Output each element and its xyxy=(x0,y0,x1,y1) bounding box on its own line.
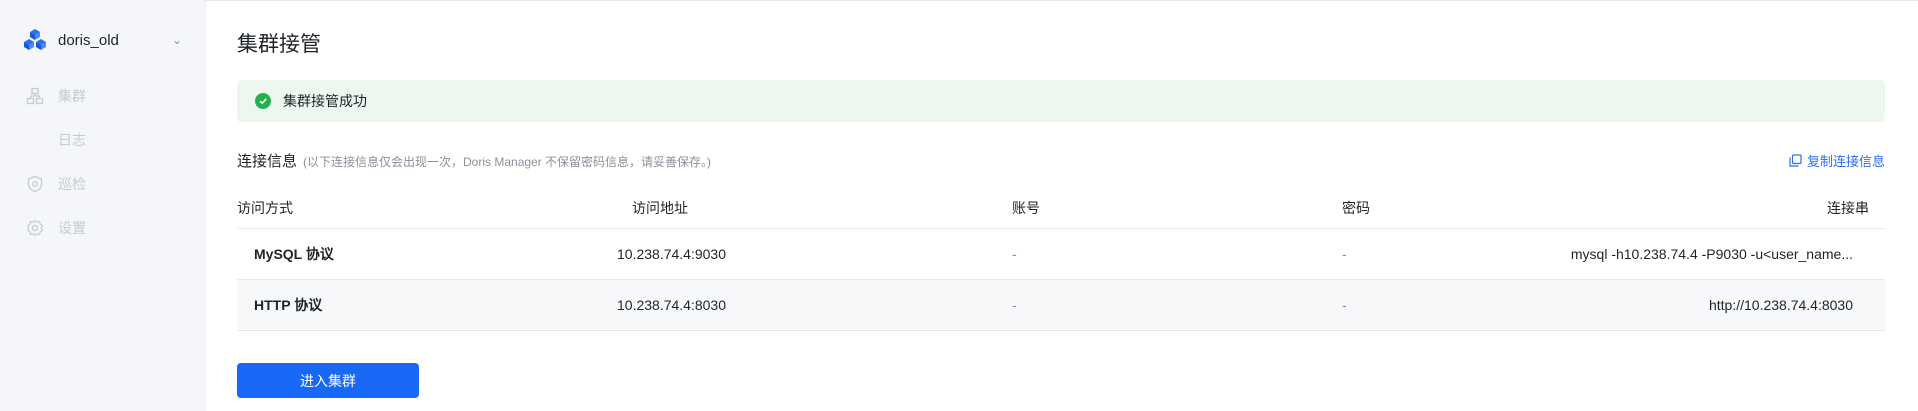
access-address-cell[interactable]: 10.238.74.4:8030 xyxy=(617,280,726,330)
connection-string-cell[interactable]: http://10.238.74.4:8030 xyxy=(1709,280,1853,330)
access-address-cell[interactable]: 10.238.74.4:9030 xyxy=(617,229,726,279)
column-header-address: 访问地址 xyxy=(632,200,688,216)
connection-info-note: (以下连接信息仅会出现一次，Doris Manager 不保留密码信息，请妥善保… xyxy=(303,155,712,169)
account-cell: - xyxy=(1012,297,1017,313)
copy-connection-info-link[interactable]: 复制连接信息 xyxy=(1789,151,1885,170)
connection-info-heading: 连接信息 (以下连接信息仅会出现一次，Doris Manager 不保留密码信息，… xyxy=(237,150,711,171)
password-cell: - xyxy=(1342,246,1347,262)
cluster-name: doris_old xyxy=(58,31,119,49)
access-method-cell: HTTP 协议 xyxy=(254,297,323,313)
table-row: MySQL 协议 10.238.74.4:9030 - - mysql -h10… xyxy=(237,229,1885,280)
password-cell: - xyxy=(1342,297,1347,313)
access-method-cell: MySQL 协议 xyxy=(254,246,334,262)
sidebar-item-label: 设置 xyxy=(58,220,86,236)
sidebar-item-cluster[interactable]: 集群 xyxy=(26,85,86,107)
sidebar-item-label: 集群 xyxy=(58,88,86,104)
top-divider xyxy=(205,0,1918,5)
table-header: 访问方式 访问地址 账号 密码 连接串 xyxy=(237,188,1885,229)
enter-cluster-button[interactable]: 进入集群 xyxy=(237,363,419,398)
page-title: 集群接管 xyxy=(237,33,321,56)
chevron-down-icon: ⌄ xyxy=(171,33,182,47)
sidebar-item-logs[interactable]: 日志 xyxy=(58,129,86,151)
column-header-method: 访问方式 xyxy=(237,200,293,216)
sidebar-item-settings[interactable]: 设置 xyxy=(26,217,86,239)
column-header-password: 密码 xyxy=(1342,200,1370,216)
connection-table: 访问方式 访问地址 账号 密码 连接串 MySQL 协议 10.238.74.4… xyxy=(237,188,1885,331)
sidebar: doris_old ⌄ 集群 日志 巡检 设置 xyxy=(0,0,206,411)
sidebar-item-label: 日志 xyxy=(58,132,86,148)
cubes-logo-icon xyxy=(24,29,46,50)
connection-string-cell[interactable]: mysql -h10.238.74.4 -P9030 -u<user_name.… xyxy=(1571,229,1853,279)
sidebar-item-label: 巡检 xyxy=(58,176,86,192)
check-circle-icon xyxy=(255,93,271,109)
sidebar-item-inspection[interactable]: 巡检 xyxy=(26,173,86,195)
account-cell: - xyxy=(1012,246,1017,262)
column-header-connection-string: 连接串 xyxy=(1827,200,1869,216)
copy-icon xyxy=(1789,154,1802,167)
copy-connection-info-label: 复制连接信息 xyxy=(1806,154,1885,169)
column-header-account: 账号 xyxy=(1012,200,1040,216)
cluster-icon xyxy=(26,87,44,105)
shield-icon xyxy=(27,175,43,193)
cluster-switcher[interactable]: doris_old ⌄ xyxy=(22,26,192,54)
table-row: HTTP 协议 10.238.74.4:8030 - - http://10.2… xyxy=(237,280,1885,331)
connection-info-title: 连接信息 xyxy=(237,153,298,170)
gear-icon xyxy=(26,219,44,237)
success-alert: 集群接管成功 xyxy=(237,80,1885,122)
alert-message: 集群接管成功 xyxy=(283,93,367,109)
